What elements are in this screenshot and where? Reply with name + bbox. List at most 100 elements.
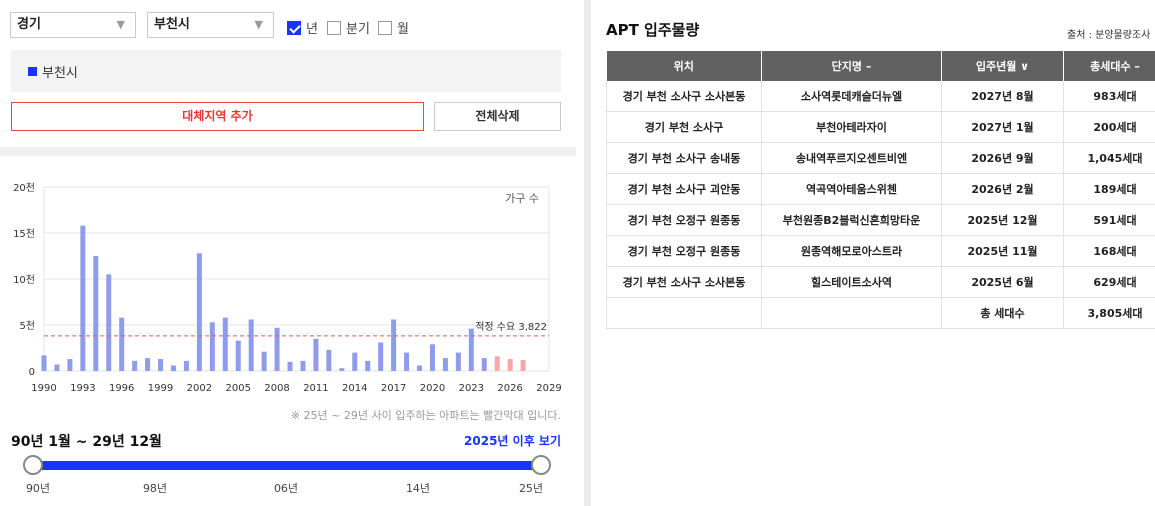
bar[interactable] bbox=[507, 359, 513, 371]
bar[interactable] bbox=[222, 317, 228, 371]
column-header[interactable]: 단지명 – bbox=[761, 51, 942, 81]
period-label: 년 bbox=[306, 22, 318, 37]
bar[interactable] bbox=[54, 364, 60, 371]
checkbox-checked-icon bbox=[287, 20, 301, 35]
range-tick: 90년 bbox=[25, 482, 51, 495]
table-cell: 629세대 bbox=[1063, 266, 1155, 298]
table-cell: 역곡역아테움스위첸 bbox=[761, 173, 942, 205]
apt-title: APT 입주물량 bbox=[606, 21, 700, 39]
table-cell: 189세대 bbox=[1063, 173, 1155, 205]
column-header[interactable]: 총세대수 – bbox=[1063, 51, 1155, 81]
table-cell: 1,045세대 bbox=[1063, 142, 1155, 174]
apt-source: 출처 : 분양물량조사 bbox=[1067, 30, 1151, 41]
bar[interactable] bbox=[326, 349, 332, 371]
bar[interactable] bbox=[106, 274, 112, 371]
bar[interactable] bbox=[170, 365, 176, 371]
bar[interactable] bbox=[300, 360, 306, 371]
bar[interactable] bbox=[132, 360, 138, 371]
apt-table: 위치 단지명 – 입주년월 ∨ 총세대수 – 경기 부천 소사구 소사본동 소사역롯데캐… bbox=[606, 51, 1155, 329]
x-tick-label: 2020 bbox=[420, 383, 445, 394]
bar[interactable] bbox=[391, 319, 397, 371]
table-row: 경기 부천 오정구 원종동 원종역해모로아스트라 2025년 11월 168세대 bbox=[606, 235, 1155, 267]
table-cell: 원종역해모로아스트라 bbox=[761, 235, 942, 267]
bar[interactable] bbox=[274, 327, 280, 371]
table-cell: 3,805세대 bbox=[1063, 297, 1155, 329]
table-cell: 2025년 11월 bbox=[941, 235, 1064, 267]
bar[interactable] bbox=[196, 253, 202, 371]
period-label: 분기 bbox=[346, 22, 370, 37]
bar[interactable] bbox=[67, 359, 73, 371]
city-select[interactable]: 부천시 ▼ bbox=[147, 12, 274, 38]
bar[interactable] bbox=[93, 256, 99, 371]
bar[interactable] bbox=[468, 328, 474, 371]
table-cell: 983세대 bbox=[1063, 81, 1155, 112]
table-row: 경기 부천 소사구 부천아테라자이 2027년 1월 200세대 bbox=[606, 111, 1155, 143]
province-select[interactable]: 경기 ▼ bbox=[10, 12, 136, 38]
range-tick: 14년 bbox=[405, 482, 431, 495]
column-header[interactable]: 입주년월 ∨ bbox=[941, 51, 1064, 81]
table-cell: 200세대 bbox=[1063, 111, 1155, 143]
region-item[interactable]: 부천시 bbox=[42, 62, 78, 81]
table-cell: 송내역푸르지오센트비엔 bbox=[761, 142, 942, 174]
x-tick-label: 2026 bbox=[497, 383, 522, 394]
view-after-2025-link[interactable]: 2025년 이후 보기 bbox=[464, 432, 561, 449]
table-row: 경기 부천 소사구 소사본동 힐스테이트소사역 2025년 6월 629세대 bbox=[606, 266, 1155, 298]
y-tick-label: 20천 bbox=[13, 182, 35, 194]
range-tick: 25년 bbox=[518, 482, 544, 495]
table-cell: 경기 부천 소사구 bbox=[606, 111, 762, 143]
bar[interactable] bbox=[80, 225, 86, 371]
bar[interactable] bbox=[365, 360, 371, 371]
x-tick-label: 2023 bbox=[459, 383, 484, 394]
bar[interactable] bbox=[261, 351, 267, 371]
apt-panel: APT 입주물량 출처 : 분양물량조사 위치 단지명 – 입주년월 ∨ 총세대수 –… bbox=[591, 0, 1155, 506]
bar[interactable] bbox=[313, 338, 319, 371]
delete-all-button[interactable]: 전체삭제 bbox=[434, 102, 561, 131]
x-tick-label: 1996 bbox=[109, 383, 134, 394]
period-year-checkbox[interactable]: 년 bbox=[287, 18, 318, 37]
x-tick-label: 2014 bbox=[342, 383, 367, 394]
bar[interactable] bbox=[481, 358, 487, 371]
bar[interactable] bbox=[287, 361, 293, 371]
bar[interactable] bbox=[520, 359, 526, 371]
total-row: 총 세대수 3,805세대 bbox=[606, 297, 1155, 329]
y-tick-label: 15천 bbox=[13, 228, 35, 240]
period-quarter-checkbox[interactable]: 분기 bbox=[327, 18, 370, 37]
table-cell: 경기 부천 소사구 송내동 bbox=[606, 142, 762, 174]
selected-region-list: 부천시 bbox=[11, 50, 561, 92]
bar[interactable] bbox=[209, 322, 215, 371]
range-end-handle[interactable] bbox=[531, 455, 551, 475]
bar[interactable] bbox=[494, 356, 500, 371]
table-cell bbox=[606, 297, 762, 329]
table-row: 경기 부천 소사구 괴안동 역곡역아테움스위첸 2026년 2월 189세대 bbox=[606, 173, 1155, 205]
bar[interactable] bbox=[404, 352, 410, 371]
table-row: 경기 부천 소사구 소사본동 소사역롯데캐슬더뉴엘 2027년 8월 983세대 bbox=[606, 81, 1155, 112]
table-cell: 2025년 12월 bbox=[941, 204, 1064, 236]
bar[interactable] bbox=[248, 319, 254, 371]
bar[interactable] bbox=[352, 352, 358, 371]
bar[interactable] bbox=[429, 344, 435, 371]
bar[interactable] bbox=[378, 342, 384, 371]
table-cell: 591세대 bbox=[1063, 204, 1155, 236]
range-start-handle[interactable] bbox=[23, 455, 43, 475]
bar[interactable] bbox=[158, 359, 164, 371]
table-cell: 부천아테라자이 bbox=[761, 111, 942, 143]
period-range-slider[interactable] bbox=[33, 461, 541, 470]
bar[interactable] bbox=[119, 317, 125, 371]
table-row: 경기 부천 오정구 원종동 부천원종B2블럭신혼희망타운 2025년 12월 591세… bbox=[606, 204, 1155, 236]
bar[interactable] bbox=[339, 368, 345, 371]
table-cell: 경기 부천 오정구 원종동 bbox=[606, 235, 762, 267]
table-cell: 경기 부천 소사구 소사본동 bbox=[606, 81, 762, 112]
bar[interactable] bbox=[455, 352, 461, 371]
bar[interactable] bbox=[417, 365, 423, 371]
bar[interactable] bbox=[41, 355, 47, 371]
x-tick-label: 1999 bbox=[148, 383, 173, 394]
period-month-checkbox[interactable]: 월 bbox=[378, 18, 409, 37]
bar[interactable] bbox=[145, 358, 151, 371]
reference-label: 적정 수요 3,822 bbox=[475, 321, 547, 333]
bar[interactable] bbox=[442, 358, 448, 371]
period-label: 월 bbox=[397, 22, 409, 37]
bar[interactable] bbox=[183, 360, 189, 371]
add-region-button[interactable]: 대체지역 추가 bbox=[11, 102, 424, 131]
bar[interactable] bbox=[235, 340, 241, 371]
table-row: 경기 부천 소사구 송내동 송내역푸르지오센트비엔 2026년 9월 1,045세대 bbox=[606, 142, 1155, 174]
